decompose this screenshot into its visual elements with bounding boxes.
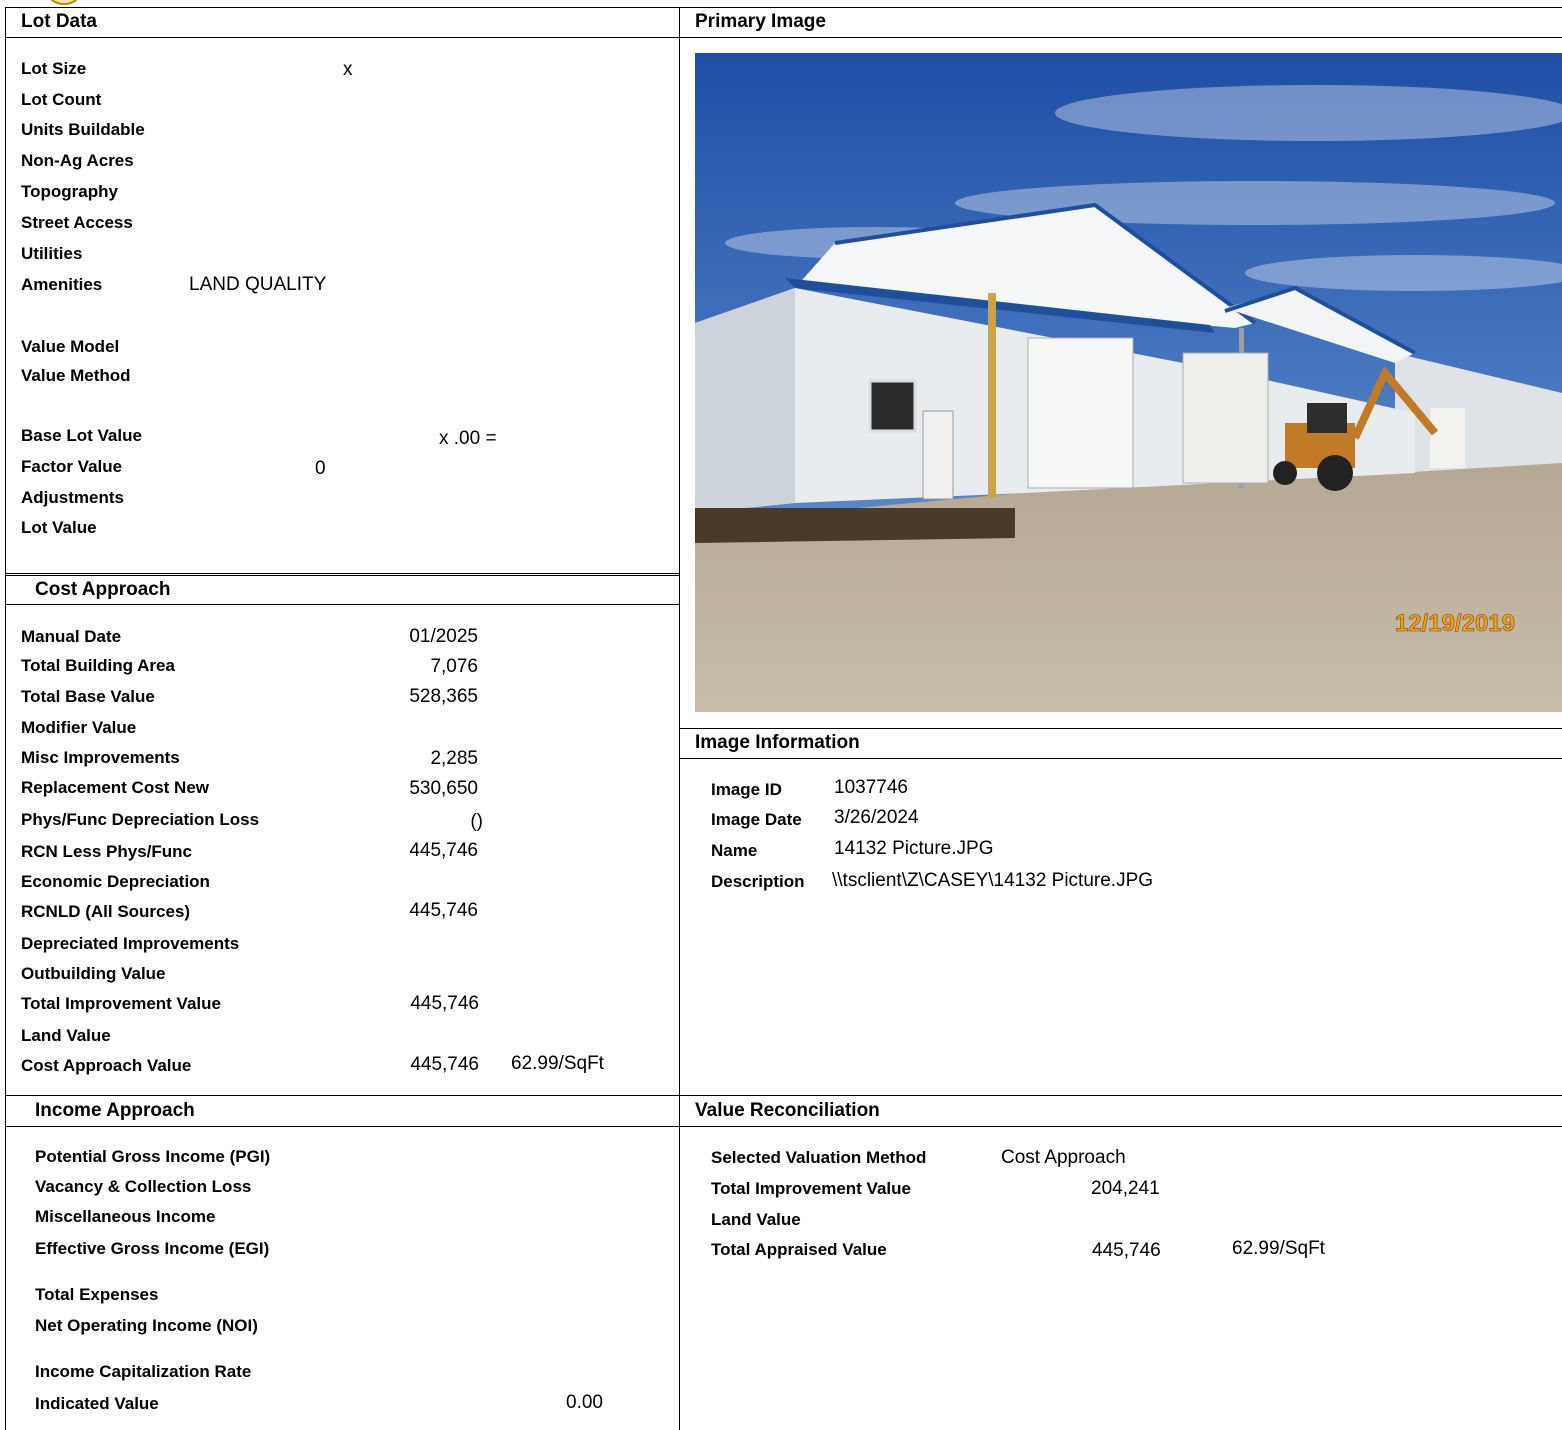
total-improvement-value: 445,746 bbox=[410, 993, 479, 1014]
lot-size-label: Lot Size bbox=[21, 59, 87, 78]
base-lot-value: x .00 = bbox=[439, 428, 497, 449]
depreciated-improvements-label: Depreciated Improvements bbox=[21, 934, 240, 953]
pgi-label: Potential Gross Income (PGI) bbox=[35, 1147, 271, 1166]
lot-data-title: Lot Data bbox=[21, 11, 97, 32]
primary-image-title: Primary Image bbox=[695, 11, 826, 32]
image-date-label: Image Date bbox=[711, 810, 802, 829]
indicated-value-label: Indicated Value bbox=[35, 1394, 159, 1413]
amenities-value: LAND QUALITY bbox=[189, 274, 327, 295]
recon-land-value-label: Land Value bbox=[711, 1210, 801, 1229]
image-name-label: Name bbox=[711, 841, 758, 860]
image-name-value: 14132 Picture.JPG bbox=[834, 838, 994, 859]
egi-label: Effective Gross Income (EGI) bbox=[35, 1239, 270, 1258]
divider bbox=[679, 37, 1562, 38]
phys-func-depreciation-value: () bbox=[470, 811, 483, 832]
selected-method-label: Selected Valuation Method bbox=[711, 1148, 927, 1167]
photo-date-stamp: 12/19/2019 bbox=[1395, 610, 1515, 637]
divider bbox=[5, 573, 679, 576]
misc-improvements-label: Misc Improvements bbox=[21, 748, 180, 767]
center-divider bbox=[679, 7, 680, 1430]
value-reconciliation-title: Value Reconciliation bbox=[695, 1100, 880, 1121]
total-improvement-value-label: Total Improvement Value bbox=[21, 994, 221, 1013]
total-appraised-per-sqft: 62.99/SqFt bbox=[1232, 1238, 1325, 1259]
divider bbox=[5, 604, 679, 605]
image-description-label: Description bbox=[711, 872, 805, 891]
economic-depreciation-label: Economic Depreciation bbox=[21, 872, 210, 891]
cost-approach-title: Cost Approach bbox=[35, 579, 171, 600]
cost-approach-value-label: Cost Approach Value bbox=[21, 1056, 192, 1075]
lot-size-value: x bbox=[343, 59, 353, 80]
vacancy-label: Vacancy & Collection Loss bbox=[35, 1177, 252, 1196]
value-model-label: Value Model bbox=[21, 337, 120, 356]
property-photo: 12/19/2019 bbox=[695, 53, 1562, 712]
total-base-value-label: Total Base Value bbox=[21, 687, 155, 706]
replacement-cost-new-value: 530,650 bbox=[409, 778, 478, 799]
divider bbox=[679, 728, 1562, 729]
utilities-label: Utilities bbox=[21, 244, 83, 263]
recon-total-improvement-value: 204,241 bbox=[1091, 1178, 1160, 1199]
land-value-label: Land Value bbox=[21, 1026, 111, 1045]
manual-date-value: 01/2025 bbox=[409, 626, 478, 647]
cost-approach-per-sqft: 62.99/SqFt bbox=[511, 1053, 604, 1074]
selected-method-value: Cost Approach bbox=[1001, 1147, 1126, 1168]
divider bbox=[5, 1126, 1562, 1127]
noi-label: Net Operating Income (NOI) bbox=[35, 1316, 258, 1335]
misc-improvements-value: 2,285 bbox=[430, 748, 478, 769]
rcn-less-phys-func-value: 445,746 bbox=[409, 840, 478, 861]
factor-value-label: Factor Value bbox=[21, 457, 123, 476]
divider bbox=[679, 758, 1562, 759]
divider bbox=[5, 1095, 1562, 1096]
total-base-value: 528,365 bbox=[409, 686, 478, 707]
topography-label: Topography bbox=[21, 182, 118, 201]
manual-date-label: Manual Date bbox=[21, 627, 122, 646]
image-id-value: 1037746 bbox=[834, 777, 908, 798]
rcn-less-phys-func-label: RCN Less Phys/Func bbox=[21, 842, 192, 861]
total-expenses-label: Total Expenses bbox=[35, 1285, 159, 1304]
cap-rate-label: Income Capitalization Rate bbox=[35, 1362, 252, 1381]
lot-count-label: Lot Count bbox=[21, 90, 102, 109]
units-buildable-label: Units Buildable bbox=[21, 120, 145, 139]
phys-func-depreciation-label: Phys/Func Depreciation Loss bbox=[21, 810, 260, 829]
image-information-title: Image Information bbox=[695, 732, 860, 753]
rcnld-value: 445,746 bbox=[409, 900, 478, 921]
divider bbox=[5, 37, 679, 38]
total-appraised-value: 445,746 bbox=[1092, 1240, 1161, 1261]
income-approach-title: Income Approach bbox=[35, 1100, 195, 1121]
non-ag-acres-label: Non-Ag Acres bbox=[21, 151, 134, 170]
indicated-value: 0.00 bbox=[566, 1392, 603, 1413]
top-border bbox=[5, 7, 1562, 8]
adjustments-label: Adjustments bbox=[21, 488, 124, 507]
total-building-area-label: Total Building Area bbox=[21, 656, 175, 675]
base-lot-value-label: Base Lot Value bbox=[21, 426, 142, 445]
total-appraised-value-label: Total Appraised Value bbox=[711, 1240, 887, 1259]
value-method-label: Value Method bbox=[21, 366, 131, 385]
cost-approach-value: 445,746 bbox=[410, 1054, 479, 1075]
total-building-area-value: 7,076 bbox=[430, 656, 478, 677]
modifier-value-label: Modifier Value bbox=[21, 718, 137, 737]
outbuilding-value-label: Outbuilding Value bbox=[21, 964, 166, 983]
rcnld-label: RCNLD (All Sources) bbox=[21, 902, 191, 921]
image-id-label: Image ID bbox=[711, 780, 782, 799]
replacement-cost-new-label: Replacement Cost New bbox=[21, 778, 209, 797]
image-date-value: 3/26/2024 bbox=[834, 807, 919, 828]
recon-total-improvement-label: Total Improvement Value bbox=[711, 1179, 911, 1198]
left-border bbox=[5, 7, 6, 1430]
factor-value: 0 bbox=[315, 458, 326, 479]
amenities-label: Amenities bbox=[21, 275, 103, 294]
street-access-label: Street Access bbox=[21, 213, 133, 232]
image-description-value: \\tsclient\Z\CASEY\14132 Picture.JPG bbox=[832, 870, 1154, 891]
misc-income-label: Miscellaneous Income bbox=[35, 1207, 216, 1226]
lot-value-label: Lot Value bbox=[21, 518, 97, 537]
